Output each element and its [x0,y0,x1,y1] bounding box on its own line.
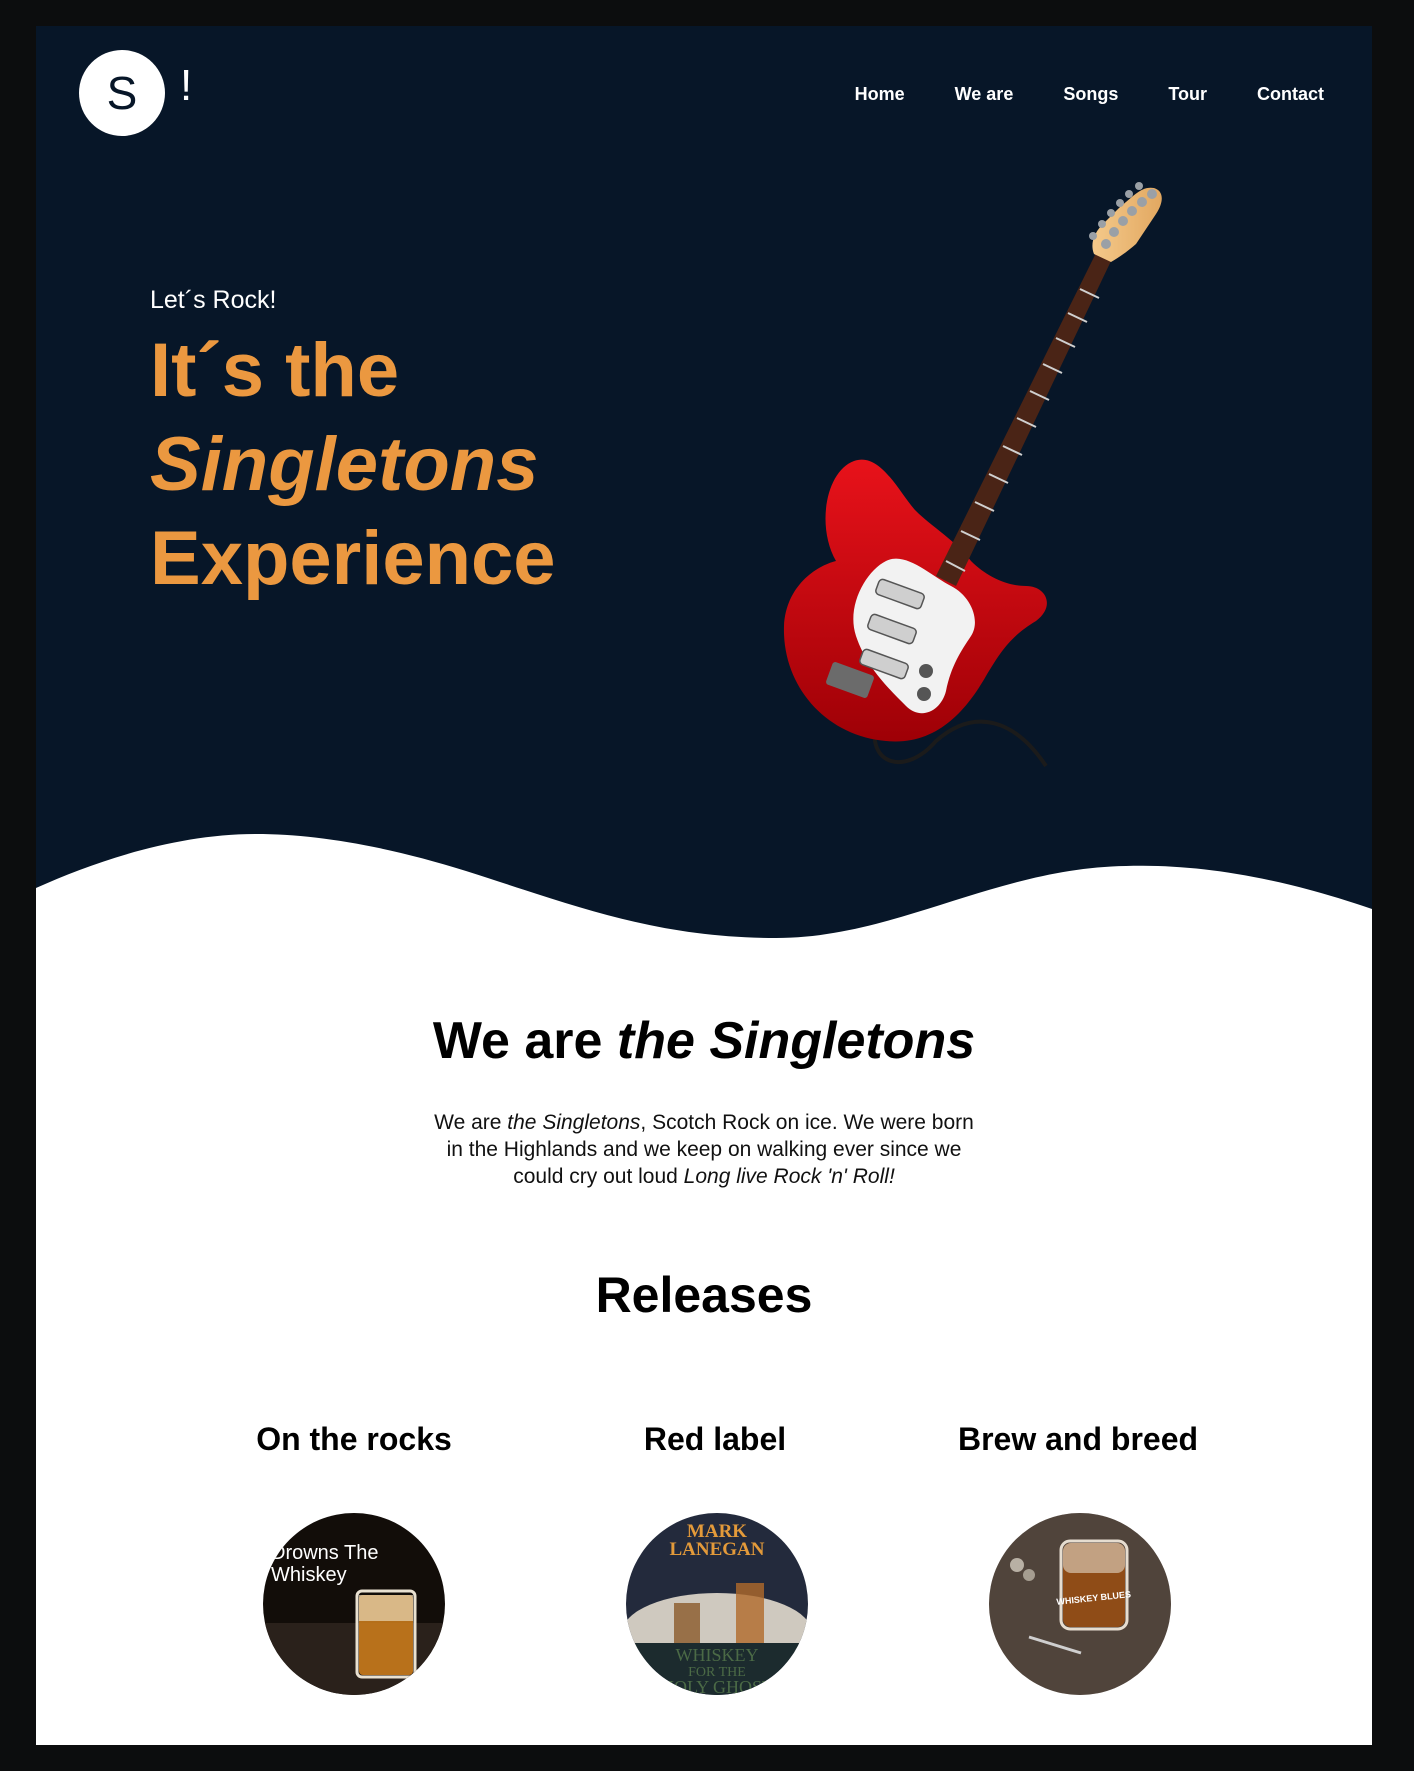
release-brew-and-breed[interactable]: Brew and breed [898,1421,1258,1458]
release-title: Brew and breed [957,1421,1199,1457]
cover-text: Drowns The [271,1542,378,1564]
nav-item-we-are[interactable]: We are [955,84,1014,105]
album-cover-brew-and-breed[interactable]: WHISKEY BLUES [989,1513,1171,1695]
nav-item-songs[interactable]: Songs [1063,84,1118,105]
headline-line-3: Experience [150,516,556,601]
about-text-italic-1: the Singletons [507,1111,641,1134]
release-on-the-rocks[interactable]: On the rocks [174,1421,534,1458]
cover-text: WHISKEY [676,1645,759,1665]
about-title-italic: the Singletons [616,1012,976,1070]
headline-line-2: Singletons [150,422,539,507]
hero-headline: It´s the Singletons Experience [150,324,556,606]
cover-text: LANEGAN [669,1539,764,1560]
release-red-label[interactable]: Red label [535,1421,895,1458]
about-title-plain: We are [432,1012,617,1070]
cover-text: HOLY GHOST [661,1677,773,1695]
main-nav: Home We are Songs Tour Contact [855,84,1324,105]
logo-letter: S [106,67,138,119]
release-title: Red label [643,1421,787,1457]
page-frame: S ! Home We are Songs Tour Contact Let´s… [36,26,1372,1745]
about-text-part-1: We are [434,1111,508,1134]
about-text: We are the Singletons, Scotch Rock on ic… [429,1109,979,1190]
album-cover-on-the-rocks[interactable]: Drowns The Whiskey [263,1513,445,1695]
hero-kicker: Let´s Rock! [150,286,277,314]
hero-section: S ! Home We are Songs Tour Contact Let´s… [36,26,1372,946]
about-text-italic-2: Long live Rock 'n' Roll! [683,1165,895,1188]
logo-circle[interactable]: S [79,50,165,136]
logo-mark: ! [180,61,193,110]
cover-text: Whiskey [271,1564,347,1586]
guitar-illustration [783,182,1162,768]
album-cover-red-label[interactable]: MARK LANEGAN WHISKEY FOR THE HOLY GHOST [626,1513,808,1695]
nav-item-tour[interactable]: Tour [1168,84,1207,105]
nav-item-contact[interactable]: Contact [1257,84,1324,105]
headline-line-1: It´s the [150,328,400,413]
nav-item-home[interactable]: Home [855,84,905,105]
releases-title: Releases [595,1267,813,1323]
about-title: We are the Singletons [36,1011,1372,1071]
release-title: On the rocks [256,1421,452,1457]
